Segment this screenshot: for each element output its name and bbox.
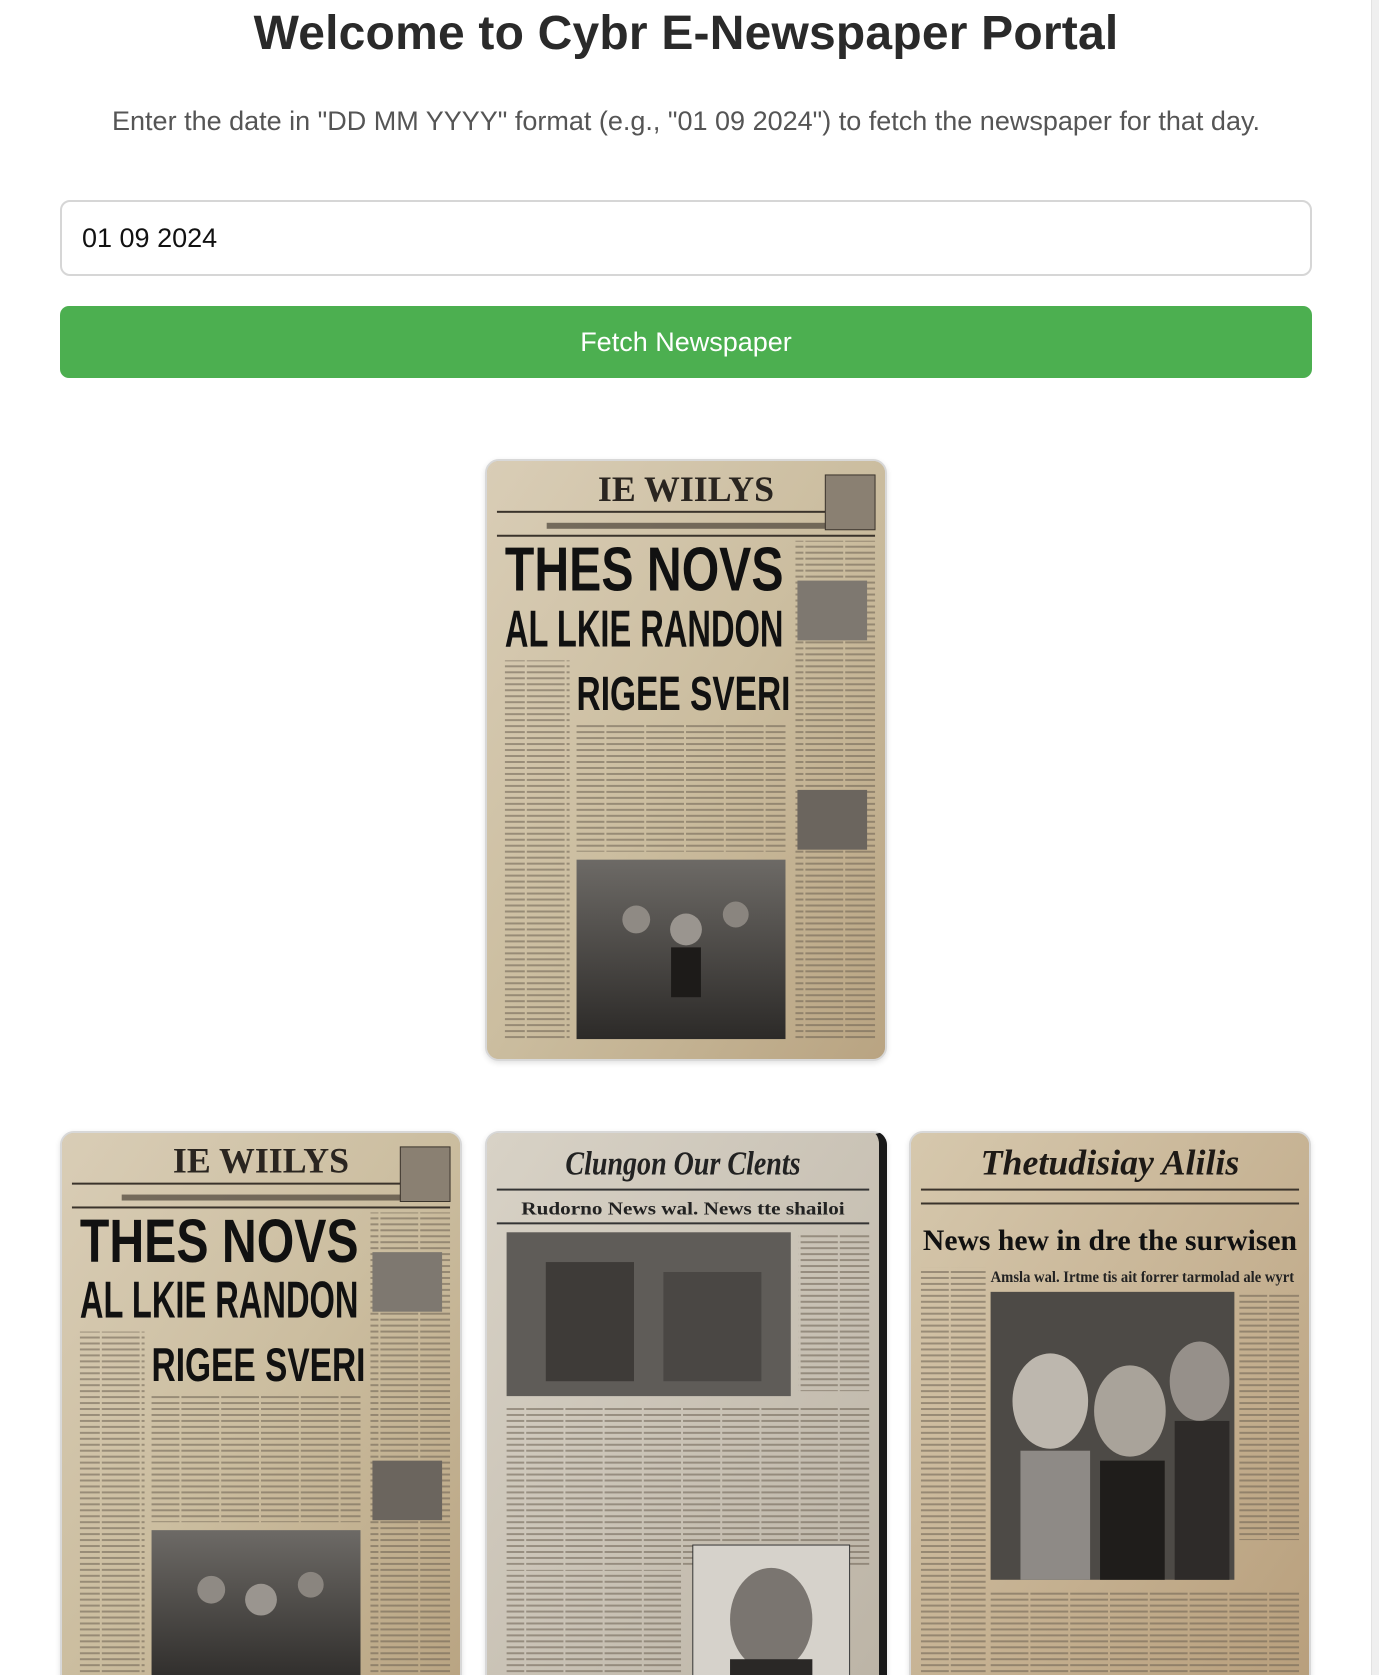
- newspaper-thumbnail[interactable]: Clungon Our Clents Rudorno News wal. New…: [485, 1131, 887, 1675]
- headline-2: AL LKIE RANDON: [80, 1271, 359, 1329]
- newspaper-thumbnail[interactable]: Thetudisiay Alilis News hew in dre the s…: [909, 1131, 1311, 1675]
- headline-3: RIGEE SVERI: [577, 668, 791, 721]
- masthead-text: Thetudisiay Alilis: [981, 1143, 1240, 1183]
- fetch-newspaper-button[interactable]: Fetch Newspaper: [60, 306, 1312, 378]
- masthead-text: IE WIILYS: [173, 1141, 349, 1181]
- newspaper-front-page: IE WIILYS THES NOVS AL LKIE RANDON RIGEE…: [487, 461, 885, 1059]
- headline-1: News hew in dre the surwisen: [923, 1224, 1298, 1257]
- newspaper-front-page: IE WIILYS THES NOVS AL LKIE RANDON RIGEE…: [62, 1133, 460, 1675]
- masthead-text: Clungon Our Clents: [565, 1146, 800, 1183]
- masthead-text: IE WIILYS: [598, 469, 774, 509]
- newspaper-front-page: Clungon Our Clents Rudorno News wal. New…: [487, 1133, 879, 1675]
- headline-1: Rudorno News wal. News tte shailoi: [521, 1198, 844, 1218]
- page-title: Welcome to Cybr E-Newspaper Portal: [253, 7, 1119, 60]
- portal-container: Welcome to Cybr E-Newspaper Portal Enter…: [60, 0, 1312, 378]
- date-input[interactable]: [60, 200, 1312, 276]
- headline-1: THES NOVS: [505, 536, 784, 605]
- page-scrollbar[interactable]: [1371, 0, 1379, 1675]
- newspaper-front-page: Thetudisiay Alilis News hew in dre the s…: [911, 1133, 1309, 1675]
- headline-3: RIGEE SVERI: [152, 1339, 366, 1392]
- featured-newspaper-image[interactable]: IE WIILYS THES NOVS AL LKIE RANDON RIGEE…: [485, 459, 887, 1061]
- headline-1: THES NOVS: [80, 1207, 359, 1276]
- headline-2: AL LKIE RANDON: [505, 599, 784, 657]
- headline-2: Amsla wal. Irtme tis ait forrer tarmolad…: [991, 1269, 1295, 1286]
- newspaper-thumbnail[interactable]: IE WIILYS THES NOVS AL LKIE RANDON RIGEE…: [60, 1131, 462, 1675]
- instructions-text: Enter the date in "DD MM YYYY" format (e…: [112, 106, 1260, 136]
